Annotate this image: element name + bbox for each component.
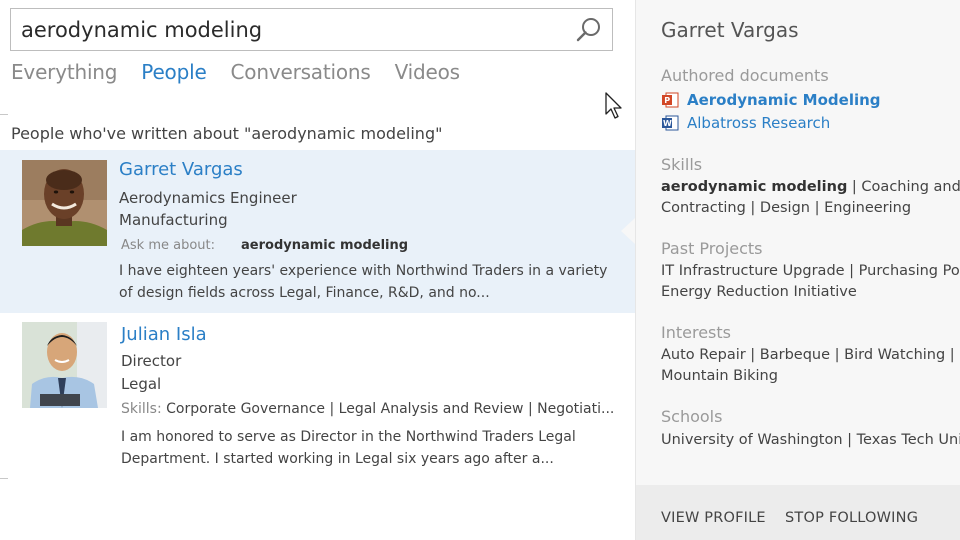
- schools-line: University of Washington | Texas Tech Un…: [661, 432, 960, 448]
- skills-line: aerodynamic modeling | Coaching and M: [661, 177, 960, 198]
- search-box[interactable]: [10, 8, 613, 51]
- stop-following-button[interactable]: STOP FOLLOWING: [785, 510, 918, 526]
- svg-text:W: W: [663, 119, 672, 128]
- authored-documents-label: Authored documents: [661, 66, 829, 85]
- ask-topic: aerodynamic modeling: [241, 238, 409, 253]
- person-description: I am honored to serve as Director in the…: [121, 429, 576, 467]
- person-result[interactable]: Garret Vargas Aerodynamics Engineer Manu…: [0, 150, 635, 313]
- mouse-cursor-icon: [604, 92, 624, 120]
- tab-everything[interactable]: Everything: [11, 60, 117, 90]
- avatar: [22, 160, 107, 246]
- view-profile-button[interactable]: VIEW PROFILE: [661, 510, 766, 526]
- ask-me-about: Ask me about: aerodynamic modeling: [121, 238, 408, 253]
- profile-actions: VIEW PROFILE STOP FOLLOWING: [636, 485, 960, 540]
- interests-line: Auto Repair | Barbeque | Bird Watching |…: [661, 347, 960, 363]
- ask-label: Ask me about:: [121, 238, 216, 253]
- interests-line: Mountain Biking: [661, 368, 778, 384]
- skills-highlight: aerodynamic modeling: [661, 179, 848, 195]
- skills-label: Skills:: [121, 401, 162, 417]
- svg-text:P: P: [664, 96, 670, 105]
- skills-value: Corporate Governance | Legal Analysis an…: [166, 401, 615, 417]
- search-tabs: Everything People Conversations Videos: [11, 60, 484, 90]
- tab-conversations[interactable]: Conversations: [231, 60, 371, 90]
- search-input[interactable]: [21, 16, 561, 44]
- divider: [0, 114, 8, 115]
- search-icon[interactable]: [574, 15, 604, 45]
- projects-line: IT Infrastructure Upgrade | Purchasing P…: [661, 263, 960, 279]
- profile-name: Garret Vargas: [661, 18, 799, 42]
- person-title: Aerodynamics Engineer: [119, 189, 297, 207]
- document-link[interactable]: P Aerodynamic Modeling: [661, 90, 881, 110]
- person-name[interactable]: Julian Isla: [121, 324, 207, 345]
- powerpoint-icon: P: [661, 91, 679, 109]
- person-title: Director: [121, 352, 182, 370]
- skills-label: Skills: [661, 155, 703, 174]
- tab-videos[interactable]: Videos: [395, 60, 460, 90]
- person-skills: Skills: Corporate Governance | Legal Ana…: [121, 401, 616, 417]
- person-department: Manufacturing: [119, 211, 228, 229]
- profile-panel: Garret Vargas Authored documents P Aerod…: [635, 0, 960, 540]
- person-name[interactable]: Garret Vargas: [119, 159, 243, 180]
- results-heading: People who've written about "aerodynamic…: [11, 124, 443, 143]
- tab-people[interactable]: People: [141, 60, 206, 90]
- skills-line: Contracting | Design | Engineering: [661, 200, 912, 216]
- past-projects-label: Past Projects: [661, 239, 763, 258]
- selection-pointer: [621, 218, 635, 244]
- person-description: I have eighteen years' experience with N…: [119, 263, 608, 301]
- person-department: Legal: [121, 375, 162, 393]
- schools-label: Schools: [661, 407, 723, 426]
- interests-label: Interests: [661, 323, 731, 342]
- document-title[interactable]: Aerodynamic Modeling: [687, 91, 881, 109]
- projects-line: Energy Reduction Initiative: [661, 284, 857, 300]
- person-result[interactable]: Julian Isla Director Legal Skills: Corpo…: [0, 315, 635, 475]
- skills-rest: | Coaching and M: [851, 179, 960, 195]
- divider: [0, 478, 8, 479]
- avatar: [22, 322, 107, 408]
- document-link[interactable]: W Albatross Research: [661, 113, 830, 133]
- word-icon: W: [661, 114, 679, 132]
- document-title[interactable]: Albatross Research: [687, 114, 830, 132]
- search-results-pane: Everything People Conversations Videos P…: [0, 0, 635, 540]
